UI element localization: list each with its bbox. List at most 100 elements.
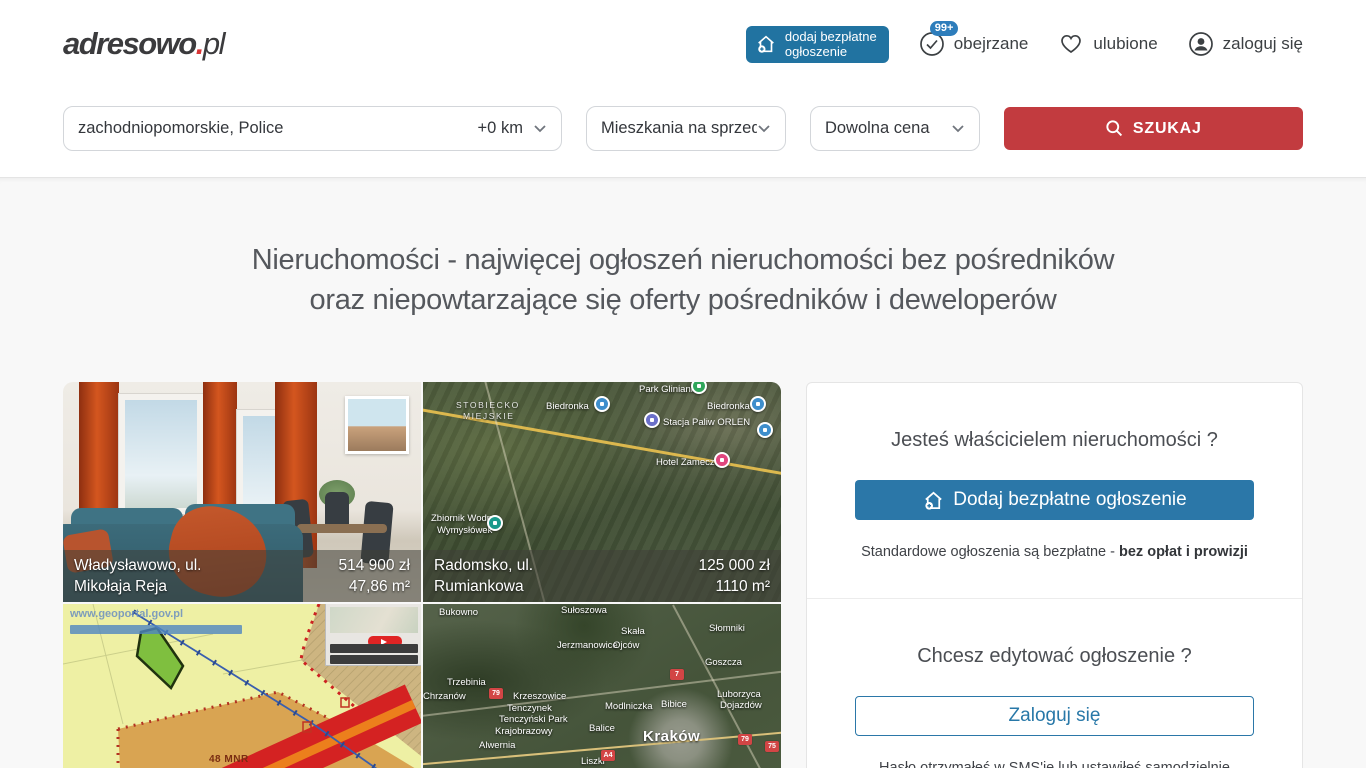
login-label: zaloguj się [1223,34,1303,54]
check-circle-icon: 99+ [919,31,945,57]
listing-address: Radomsko, ul. [434,555,533,576]
owner-note-bold: bez opłat i prowizji [1119,544,1248,560]
sidebar-add-listing-button[interactable]: Dodaj bezpłatne ogłoszenie [855,480,1254,520]
shop-pin-icon [757,422,773,438]
listing-address: Władysławowo, ul. [74,555,202,576]
map-label: Ojców [613,640,639,651]
map-label: Luborzyca [717,689,761,700]
menu-row-decoration [330,644,418,653]
window-decoration [119,394,203,514]
map-label: Alwernia [479,740,515,751]
radius-value: +0 km [478,119,523,138]
map-label: Wymysłówek [437,525,492,536]
map-label: Słomniki [709,623,745,634]
geoportal-toolbar-decoration [70,625,242,634]
map-label: Skała [621,626,645,637]
page-title: Nieruchomości - najwięcej ogłoszeń nieru… [0,178,1366,320]
sidebar-login-label: Zaloguj się [1009,705,1101,727]
map-label: Tenczynek [507,703,552,714]
price-value: Dowolna cena [825,119,930,138]
listing-caption: Radomsko, ul. Rumiankowa 125 000 zł 1110… [423,550,781,602]
listing-address: Mikołaja Reja [74,576,202,597]
edit-section: Chcesz edytować ogłoszenie ? Zaloguj się… [807,598,1302,768]
sidebar-login-button[interactable]: Zaloguj się [855,696,1254,736]
listing-price: 514 900 zł [338,555,410,576]
header-actions: dodaj bezpłatneogłoszenie 99+ obejrzane … [746,26,1303,63]
listing-caption: Władysławowo, ul. Mikołaja Reja 514 900 … [63,550,421,602]
favorites-link[interactable]: ulubione [1058,31,1157,57]
add-listing-button[interactable]: dodaj bezpłatneogłoszenie [746,26,889,63]
page-body: Nieruchomości - najwięcej ogłoszeń nieru… [0,177,1366,768]
listing-card-zabierzow[interactable]: Bukowno Sułoszowa Skała Jerzmanowice Ojc… [423,604,781,768]
page-title-line2: oraz niepowtarzające się oferty pośredni… [310,284,1057,316]
map-label: Park Glinianki [639,384,698,395]
price-select[interactable]: Dowolna cena [810,106,980,151]
map-label: Tenczyński Park [499,714,568,725]
map-label: Stacja Paliw ORLEN [663,417,750,428]
listing-card-radomsko[interactable]: STOBIECKO MIEJSKIE Biedronka Stacja Pali… [423,382,781,602]
fuel-pin-icon [644,412,660,428]
map-label: Jerzmanowice [557,640,618,651]
map-inset-overlay [325,604,421,666]
viewed-label: obejrzane [954,34,1029,54]
logo-name: adresowo [63,26,196,61]
add-listing-label-line1: dodaj bezpłatne [785,29,877,44]
site-header: adresowo.pl dodaj bezpłatneogłoszenie 99… [0,0,1366,88]
chevron-down-icon [533,123,547,134]
listings-grid: Władysławowo, ul. Mikołaja Reja 514 900 … [63,382,781,768]
logo-tld: pl [203,26,224,61]
mini-map-decoration [330,607,418,633]
chevron-down-icon [951,123,965,134]
map-label: Dojazdów [720,700,762,711]
geoportal-watermark: www.geoportal.gov.pl [70,608,183,620]
logo[interactable]: adresowo.pl [63,26,224,62]
map-label: Trzebinia [447,677,486,688]
category-select[interactable]: Mieszkania na sprzeda [586,106,786,151]
add-listing-label-line2: ogłoszenie [785,44,847,59]
house-plus-icon [922,489,945,512]
map-label: Biedronka [546,401,589,412]
map-label: MIEJSKIE [463,411,515,421]
road-shield: 7 [670,669,684,680]
road-shield: 79 [489,688,503,699]
chevron-down-icon [757,123,771,134]
search-button-label: SZUKAJ [1133,120,1202,138]
sidebar-add-listing-label: Dodaj bezpłatne ogłoszenie [953,489,1186,511]
map-label: Krajobrazowy [495,726,553,737]
viewed-link[interactable]: 99+ obejrzane [919,31,1029,57]
listing-area: 47,86 m² [349,576,410,597]
shop-pin-icon [750,396,766,412]
location-value: zachodniopomorskie, Police [78,119,283,138]
map-label: Balice [589,723,615,734]
zoning-label: 48 MNR [209,754,249,765]
listing-card-lazy[interactable]: www.geoportal.gov.pl 48 MNR 47 MN Łazy 4… [63,604,421,768]
favorites-label: ulubione [1093,34,1157,54]
search-bar: zachodniopomorskie, Police +0 km Mieszka… [0,88,1366,177]
page-title-line1: Nieruchomości - najwięcej ogłoszeń nieru… [252,244,1115,276]
logo-dot: . [196,26,203,61]
road-shield: A4 [601,750,615,761]
search-icon [1105,119,1124,138]
edit-note: Hasło otrzymałeś w SMS'ie lub ustawiłeś … [855,760,1254,768]
listing-card-wladyslawowo[interactable]: Władysławowo, ul. Mikołaja Reja 514 900 … [63,382,421,602]
heart-icon [1058,31,1084,57]
map-label: Kraków [643,728,700,745]
sidebar-panel: Jesteś właścicielem nieruchomości ? Doda… [806,382,1303,768]
login-link[interactable]: zaloguj się [1188,31,1303,57]
listing-price: 125 000 zł [698,555,770,576]
road-shield: 79 [738,734,752,745]
listing-area: 1110 m² [715,576,770,597]
search-button[interactable]: SZUKAJ [1004,107,1303,150]
map-label: Bibice [661,699,687,710]
location-input[interactable]: zachodniopomorskie, Police +0 km [63,106,562,151]
map-label: Krzeszowice [513,691,566,702]
road-shield: 75 [765,741,779,752]
house-plus-icon [755,33,777,55]
map-label: Chrzanów [423,691,466,702]
map-label: Goszcza [705,657,742,668]
menu-row-decoration [330,655,418,664]
wall-art-decoration [345,396,409,454]
lake-pin-icon [487,515,503,531]
category-value: Mieszkania na sprzeda [601,119,757,138]
map-label: Modlniczka [605,701,653,712]
